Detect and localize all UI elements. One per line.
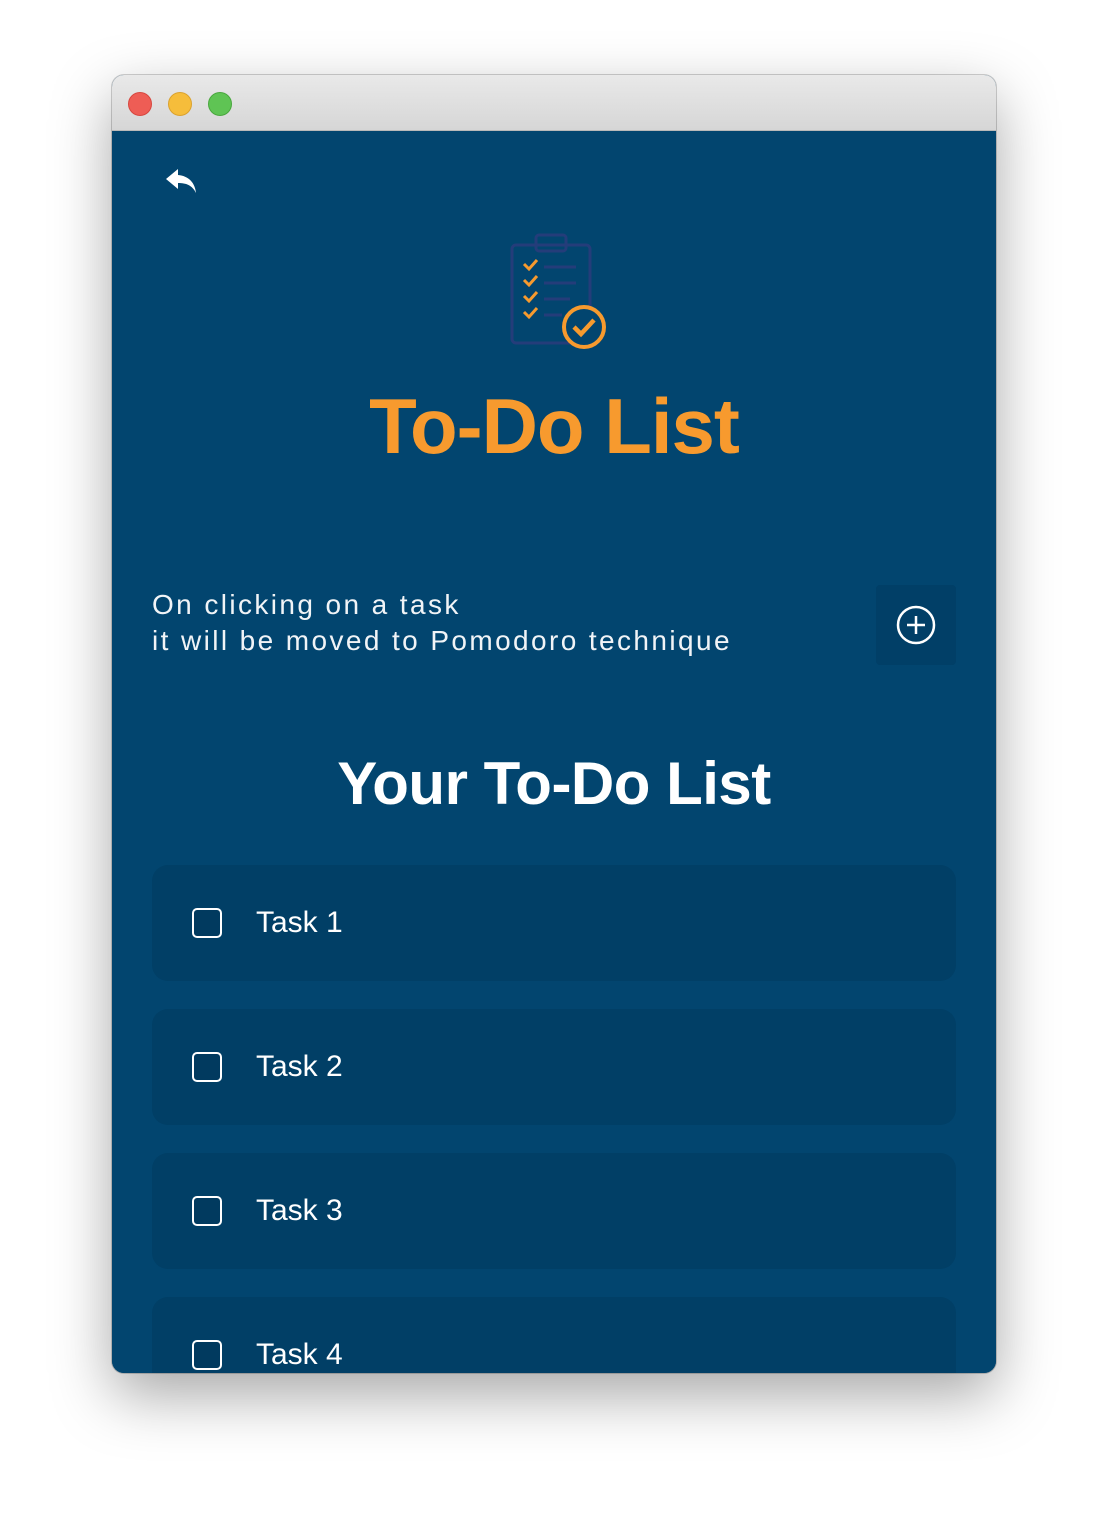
- back-button[interactable]: [162, 163, 202, 203]
- task-checkbox[interactable]: [192, 1196, 222, 1226]
- maximize-window-button[interactable]: [208, 92, 232, 116]
- close-window-button[interactable]: [128, 92, 152, 116]
- task-item[interactable]: Task 3: [152, 1153, 956, 1269]
- task-label: Task 4: [256, 1338, 343, 1371]
- task-list: Task 1 Task 2 Task 3 Task 4: [152, 865, 956, 1373]
- hint-line-2: it will be moved to Pomodoro technique: [152, 625, 732, 656]
- title-bar: [112, 75, 996, 131]
- hint-line-1: On clicking on a task: [152, 589, 461, 620]
- task-checkbox[interactable]: [192, 1052, 222, 1082]
- reply-arrow-icon: [166, 169, 196, 193]
- app-window: To-Do List On clicking on a task it will…: [112, 75, 996, 1373]
- task-item[interactable]: Task 4: [152, 1297, 956, 1373]
- main-content: To-Do List On clicking on a task it will…: [112, 131, 996, 1373]
- task-label: Task 3: [256, 1194, 343, 1227]
- task-label: Task 1: [256, 906, 343, 939]
- task-checkbox[interactable]: [192, 908, 222, 938]
- task-item[interactable]: Task 2: [152, 1009, 956, 1125]
- add-task-button[interactable]: [876, 585, 956, 665]
- minimize-window-button[interactable]: [168, 92, 192, 116]
- task-checkbox[interactable]: [192, 1340, 222, 1370]
- task-item[interactable]: Task 1: [152, 865, 956, 981]
- page-title: To-Do List: [369, 382, 740, 470]
- plus-circle-icon: [896, 605, 936, 645]
- hint-text: On clicking on a task it will be moved t…: [152, 587, 732, 659]
- list-title: Your To-Do List: [337, 750, 771, 817]
- task-label: Task 2: [256, 1050, 343, 1083]
- clipboard-checklist-icon: [508, 231, 612, 355]
